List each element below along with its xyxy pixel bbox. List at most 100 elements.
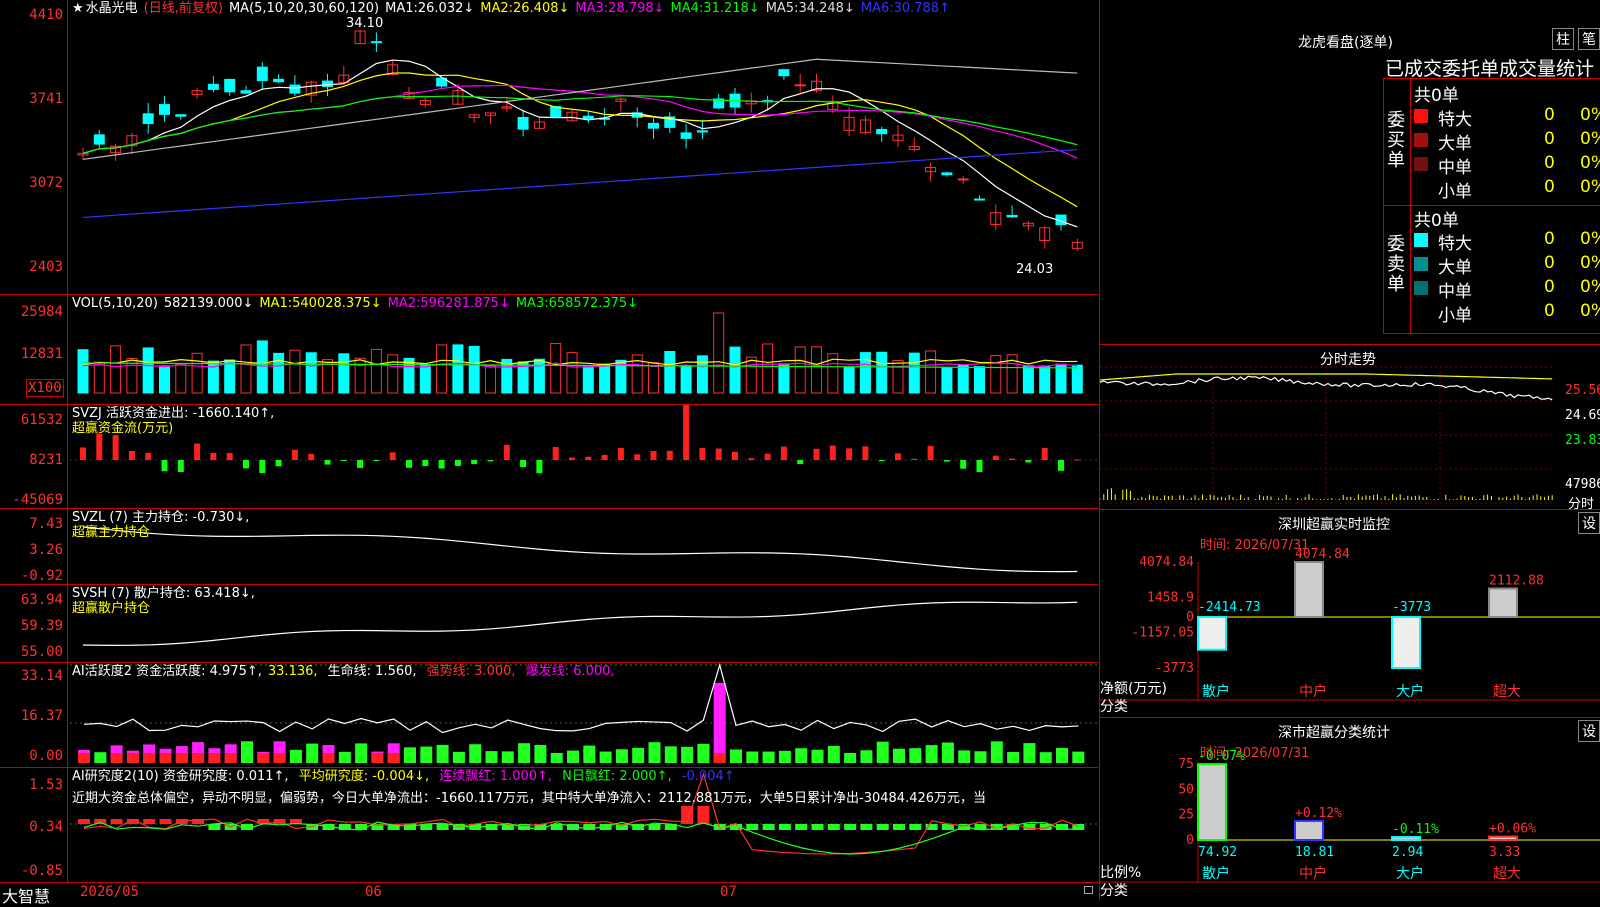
intraday-panel[interactable]: 分时走势 25.56 24.69 23.83 47986 分时 [1099,345,1600,512]
volume-bar [762,343,774,394]
activity-bar [306,743,319,763]
sell-side-label: 委卖单 [1387,234,1405,295]
volume-bar [729,346,741,394]
x-label: 2026/05 [80,884,140,900]
activity-bar [567,750,579,763]
row-pct: 0% [1580,301,1600,321]
longhu-title: 龙虎看盘(逐单) [1298,35,1393,51]
row-name: 特大 [1438,110,1472,130]
classify-y-label: 75 [1178,757,1194,772]
activity-bar [811,749,824,763]
ma-values: MA1:26.032↓ MA2:26.408↓ MA3:28.798↓ MA4:31.… [385,1,956,16]
volume-bar [876,351,888,394]
row-name: 大单 [1438,258,1472,278]
monitor-value-label: -3773 [1392,600,1431,615]
monitor-bar [1294,561,1324,619]
volume-bar [713,312,725,394]
classify-value-label: 18.81 [1295,845,1334,860]
volume-bar [582,366,594,394]
hold-line [82,601,1078,646]
svzl-pane[interactable]: 7.43 3.26 -0.92 SVZL (7) 主力持仓: -0.730↓, … [0,509,1098,585]
flow-bar [1074,459,1081,461]
ai-activity-pane[interactable]: 33.14 16.37 0.00 AI活跃度2 资金活跃度: 4.975↑, 33… [0,663,1098,768]
research-bar [811,824,824,830]
ai-research-chart[interactable] [0,768,1098,882]
volume-bar [468,345,480,394]
ma-value: MA4:31.218↓ [670,1,760,16]
volume-bar [745,356,757,394]
activity-bar [860,750,873,763]
monitor-bar [1488,587,1518,619]
volume-bar [159,365,170,394]
color-swatch [1414,233,1428,247]
monitor-y-label: 0 [1186,610,1194,625]
classify-panel[interactable]: 深市超赢分类统计 设 时间: 2026/07/31 75 50 25 0 -0.07% 7… [1099,718,1600,900]
ai-research-pane[interactable]: 1.53 0.34 -0.85 AI研究度2(10) 资金研究度: 0.011↑… [0,768,1098,882]
row-name: 特大 [1438,234,1472,254]
activity-base [143,753,156,763]
svzl-sub: 超赢主力持仓 [72,525,151,540]
intraday-chart[interactable] [1100,345,1600,510]
classify-change-label: +0.12% [1295,806,1342,821]
activity-bar [583,745,596,763]
research-bar [404,824,416,830]
activity-base [371,753,384,763]
volume-bar [1039,365,1051,394]
classify-value-label: 3.33 [1489,845,1520,860]
ma-line [82,95,1078,154]
activity-bar [876,741,889,763]
volume-bar [240,344,252,394]
intraday-label: 47986 [1565,477,1600,492]
activity-base [159,753,172,763]
volume-pane[interactable]: 25984 12831 X100 VOL(5,10,20) 582139.000↓… [0,295,1098,405]
volume-bar [110,345,122,394]
flow-bar [291,449,298,460]
color-swatch [1414,133,1428,147]
candle [876,128,888,135]
activity-bar [827,745,840,763]
ma-value: 强势线: 3.000, [422,664,516,679]
volume-bar [273,352,285,394]
ma-line [82,72,1078,208]
lock-icon[interactable] [1084,886,1093,894]
flow-bar [1025,460,1032,463]
column-view-button[interactable]: 柱 [1552,28,1574,50]
activity-bar [550,752,563,763]
ma-line [82,58,1078,160]
activity-bar [990,741,1003,763]
classify-foot2: 分类 [1100,883,1128,899]
activity-bar [289,749,302,763]
kline-pane[interactable]: 4410 3741 3072 2403 ★ 水晶光电 (日线,前复权) MA(5,10… [0,0,1098,295]
flow-bar [243,460,249,469]
svsh-pane[interactable]: 63.94 59.39 55.00 SVSH (7) 散户持仓: 63.418↓… [0,585,1098,663]
color-swatch [1414,281,1428,295]
flow-bar [96,433,103,460]
stock-name[interactable]: 水晶光电 [86,1,138,16]
activity-bar [664,746,677,763]
flow-bar [976,460,983,473]
kline-chart[interactable] [0,0,1098,295]
flow-bar [895,453,901,460]
monitor-panel[interactable]: 深圳超赢实时监控 设 时间: 2026/07/31 4074.84 1458.9 0… [1099,510,1600,718]
activity-bar [958,750,971,763]
tick-view-button[interactable]: 笔 [1578,28,1600,50]
volume-bar [77,349,89,394]
flow-bar [471,460,478,465]
ma-value: MA3:658572.375↓ [515,296,639,311]
flow-bar [911,458,918,460]
flow-bar [992,455,999,460]
research-bar [893,824,905,830]
flow-bar [226,452,233,460]
monitor-y-label: 1458.9 [1147,590,1194,605]
ma-value: MA1:540028.375↓ [259,296,382,311]
activity-bar [746,751,759,763]
classify-value-label: 2.94 [1392,845,1423,860]
vol-label: VOL(5,10,20) [72,296,158,311]
volume-bar [370,348,382,394]
flow-bar [585,456,592,460]
longhu-row: 小单 0 0% [1412,301,1600,326]
volume-bar [925,350,937,394]
svzj-pane[interactable]: 61532 8231 -45069 SVZJ 活跃资金进出: -1660.140… [0,405,1098,509]
chart-mode[interactable]: (日线,前复权) [144,1,223,16]
longhu-row: 大单 0 0% [1412,253,1600,278]
